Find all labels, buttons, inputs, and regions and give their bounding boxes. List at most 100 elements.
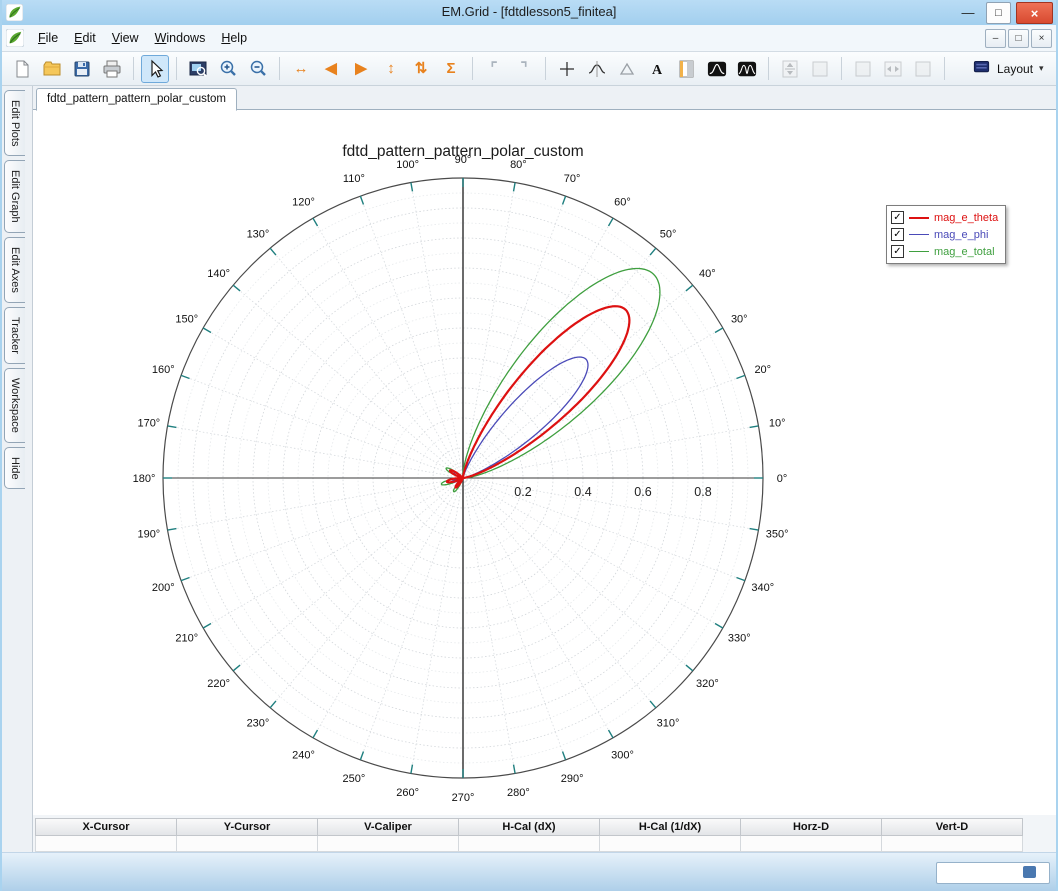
legend-item[interactable]: ✓ mag_e_total	[891, 243, 998, 260]
split-view-icon[interactable]	[673, 55, 701, 83]
legend-label: mag_e_total	[934, 245, 995, 258]
tracker-col-header: Vert-D	[881, 818, 1023, 836]
tracker-col-header: H-Cal (dX)	[458, 818, 599, 836]
svg-text:0.4: 0.4	[574, 485, 591, 499]
pan-left-icon[interactable]: ◀	[317, 55, 345, 83]
fit-width-icon[interactable]: ↔	[287, 55, 315, 83]
window-title: EM.Grid - [fdtdlesson5_finitea]	[441, 4, 617, 19]
status-bar	[0, 852, 1058, 891]
tracker-cell	[458, 836, 599, 852]
svg-text:350°: 350°	[766, 528, 789, 540]
svg-text:0.8: 0.8	[694, 485, 711, 499]
layout-dropdown[interactable]: Layout ▾	[962, 55, 1054, 82]
mdi-close-button[interactable]: ×	[1031, 29, 1052, 48]
select-region-icon[interactable]: ⌜	[480, 55, 508, 83]
pan-right-icon[interactable]: ▶	[347, 55, 375, 83]
expand-vertical-icon	[776, 55, 804, 83]
new-file-icon[interactable]	[8, 55, 36, 83]
svg-text:330°: 330°	[728, 633, 751, 645]
crosshair-icon[interactable]	[553, 55, 581, 83]
close-button[interactable]: ×	[1016, 2, 1053, 24]
toolbar-separator	[545, 57, 546, 80]
svg-text:80°: 80°	[510, 159, 527, 171]
minimize-button[interactable]: —	[955, 2, 981, 22]
svg-text:0.6: 0.6	[634, 485, 651, 499]
mini-scrollbar-thumb[interactable]	[1023, 866, 1036, 878]
svg-text:170°: 170°	[137, 418, 160, 430]
tracker-value-row	[35, 836, 1023, 852]
text-label-icon[interactable]: A	[643, 55, 671, 83]
sidebar-tab-edit-graph[interactable]: Edit Graph	[4, 160, 25, 234]
curve-tracker-icon[interactable]	[583, 55, 611, 83]
pointer-tool-icon[interactable]	[141, 54, 169, 83]
print-icon[interactable]	[98, 55, 126, 83]
left-tab-rail: Edit Plots Edit Graph Edit Axes Tracker Work…	[0, 86, 33, 852]
svg-text:210°: 210°	[175, 633, 198, 645]
checkbox-icon[interactable]: ✓	[891, 245, 904, 258]
document-tab[interactable]: fdtd_pattern_pattern_polar_custom	[36, 88, 238, 111]
toolbar-separator	[841, 57, 842, 80]
tracker-col-header: H-Cal (1/dX)	[599, 818, 740, 836]
layout-label: Layout	[997, 61, 1034, 76]
legend-line-sample	[909, 251, 929, 252]
caliper-icon[interactable]	[613, 55, 641, 83]
curve-style-icon[interactable]	[703, 55, 731, 83]
pan-vertical-icon[interactable]: ⇅	[407, 55, 435, 83]
svg-text:250°: 250°	[343, 773, 366, 785]
svg-text:0°: 0°	[777, 473, 788, 485]
svg-text:20°: 20°	[754, 364, 771, 376]
svg-text:160°: 160°	[152, 364, 175, 376]
tracker-cell	[35, 836, 176, 852]
svg-text:230°: 230°	[247, 717, 270, 729]
legend-item[interactable]: ✓ mag_e_theta	[891, 209, 998, 226]
layout-icon	[972, 59, 991, 78]
svg-text:40°: 40°	[699, 268, 716, 280]
sidebar-tab-edit-axes[interactable]: Edit Axes	[4, 237, 25, 303]
menu-view[interactable]: View	[104, 27, 147, 49]
autoscale-icon[interactable]: Σ	[437, 55, 465, 83]
open-file-icon[interactable]	[38, 55, 66, 83]
tracker-cell	[599, 836, 740, 852]
svg-text:240°: 240°	[292, 749, 315, 761]
fit-height-icon[interactable]: ↕	[377, 55, 405, 83]
svg-text:150°: 150°	[175, 314, 198, 326]
svg-text:100°: 100°	[396, 159, 419, 171]
plot-area[interactable]: 0° 10° 20° 30° 40° 50° 60° 70° 80° 90° 100° 110° 120…	[33, 110, 1058, 815]
curve-style2-icon[interactable]	[733, 55, 761, 83]
sidebar-tab-edit-plots[interactable]: Edit Plots	[4, 90, 25, 157]
checkbox-icon[interactable]: ✓	[891, 228, 904, 241]
mdi-restore-button[interactable]: □	[1008, 29, 1029, 48]
select-region2-icon[interactable]: ⌝	[510, 55, 538, 83]
menu-windows[interactable]: Windows	[147, 27, 214, 49]
tracker-cell	[317, 836, 458, 852]
sidebar-tab-tracker[interactable]: Tracker	[4, 306, 25, 364]
legend-item[interactable]: ✓ mag_e_phi	[891, 226, 998, 243]
svg-text:310°: 310°	[657, 717, 680, 729]
checkbox-icon[interactable]: ✓	[891, 211, 904, 224]
save-icon[interactable]	[68, 55, 96, 83]
sidebar-tab-workspace[interactable]: Workspace	[4, 367, 25, 443]
toolbar: ↔ ◀ ▶ ↕ ⇅ Σ ⌜ ⌝ A Layout ▾	[0, 52, 1058, 86]
sidebar-tab-hide[interactable]: Hide	[4, 446, 25, 490]
maximize-button[interactable]: □	[986, 2, 1011, 24]
legend-line-sample	[909, 234, 929, 235]
menu-edit[interactable]: Edit	[66, 27, 104, 49]
svg-text:140°: 140°	[207, 268, 230, 280]
tracker-cell	[881, 836, 1023, 852]
menu-file[interactable]: File	[30, 27, 66, 49]
zoom-in-icon[interactable]	[214, 55, 242, 83]
mini-scrollbar[interactable]	[936, 862, 1050, 884]
zoom-out-icon[interactable]	[244, 55, 272, 83]
legend-label: mag_e_theta	[934, 211, 999, 224]
svg-text:A: A	[652, 63, 663, 78]
menu-help[interactable]: Help	[213, 27, 255, 49]
svg-text:180°: 180°	[133, 473, 156, 485]
legend: ✓ mag_e_theta ✓ mag_e_phi ✓ mag_e_total	[886, 205, 1007, 264]
toolbar-separator	[279, 57, 280, 80]
expand-horizontal2-icon	[879, 55, 907, 83]
tracker-col-header: Horz-D	[740, 818, 881, 836]
zoom-window-icon[interactable]	[184, 55, 212, 83]
svg-text:280°: 280°	[507, 787, 530, 799]
svg-text:70°: 70°	[564, 173, 581, 185]
mdi-minimize-button[interactable]: –	[985, 29, 1006, 48]
